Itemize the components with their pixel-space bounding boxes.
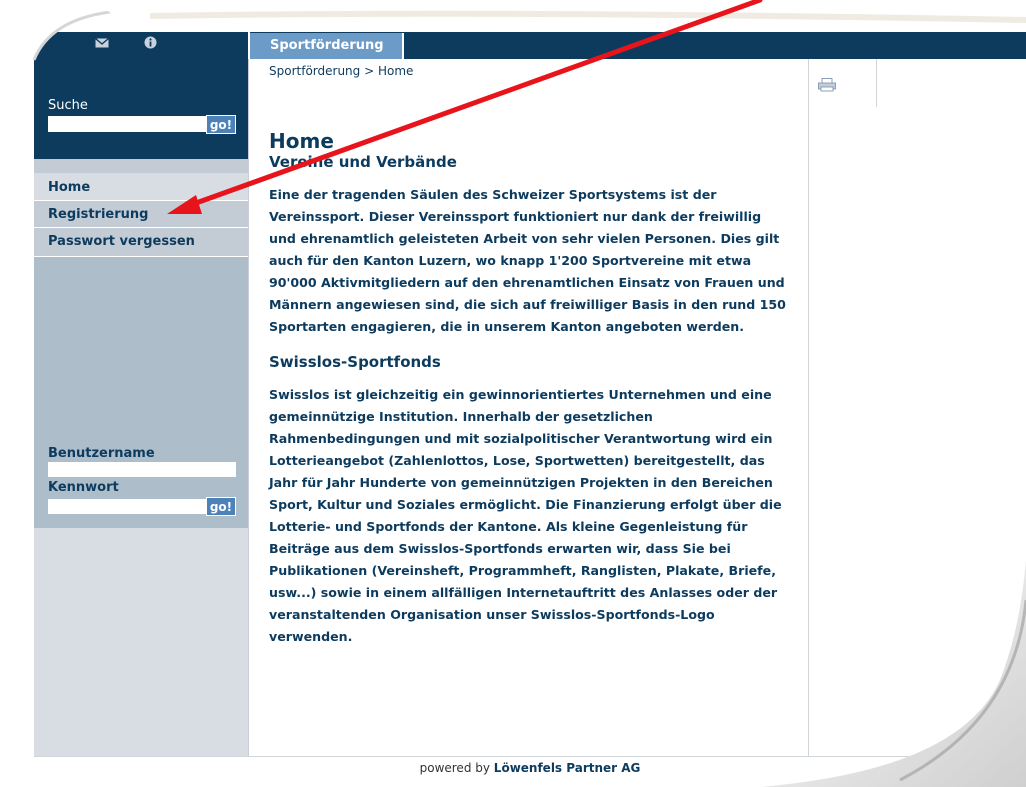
- tab-sportfoerderung[interactable]: Sportförderung: [250, 33, 404, 59]
- username-label: Benutzername: [48, 446, 155, 461]
- info-icon[interactable]: [144, 36, 157, 54]
- breadcrumb: Sportförderung > Home: [269, 64, 414, 78]
- main-divider: [248, 59, 249, 756]
- screenshot-frame: Sportförderung Suche go! Home Registrier…: [0, 0, 1026, 787]
- main-content: Home Vereine und Verbände Eine der trage…: [269, 130, 789, 648]
- footer: powered by Löwenfels Partner AG: [34, 756, 1026, 779]
- sidebar-spacer: [34, 257, 248, 438]
- login-go-button[interactable]: go!: [206, 497, 236, 516]
- right-column: [808, 59, 1026, 756]
- paragraph-vereine: Eine der tragenden Säulen des Schweizer …: [269, 187, 786, 334]
- password-field[interactable]: [48, 499, 206, 514]
- paragraph-swisslos: Swisslos ist gleichzeitig ein gewinnorie…: [269, 387, 782, 644]
- search-label: Suche: [48, 98, 88, 113]
- section-heading-vereine: Vereine und Verbände: [269, 153, 457, 171]
- username-field[interactable]: [48, 462, 236, 477]
- footer-prefix: powered by: [419, 761, 490, 775]
- print-icon[interactable]: [818, 78, 836, 92]
- top-bar-left: [34, 32, 248, 59]
- page-title: Home: [269, 129, 334, 153]
- footer-company[interactable]: Löwenfels Partner AG: [494, 761, 641, 775]
- nav-strip: [34, 159, 248, 173]
- sidebar-item-home[interactable]: Home: [34, 174, 248, 201]
- password-label: Kennwort: [48, 480, 119, 495]
- search-input[interactable]: [48, 116, 206, 132]
- section-heading-swisslos: Swisslos-Sportfonds: [269, 353, 441, 371]
- sidebar-item-passwort-vergessen[interactable]: Passwort vergessen: [34, 228, 248, 257]
- sidebar-item-registrierung[interactable]: Registrierung: [34, 201, 248, 228]
- search-go-button[interactable]: go!: [206, 115, 236, 134]
- mail-icon[interactable]: [95, 36, 109, 54]
- right-column-divider: [876, 59, 877, 107]
